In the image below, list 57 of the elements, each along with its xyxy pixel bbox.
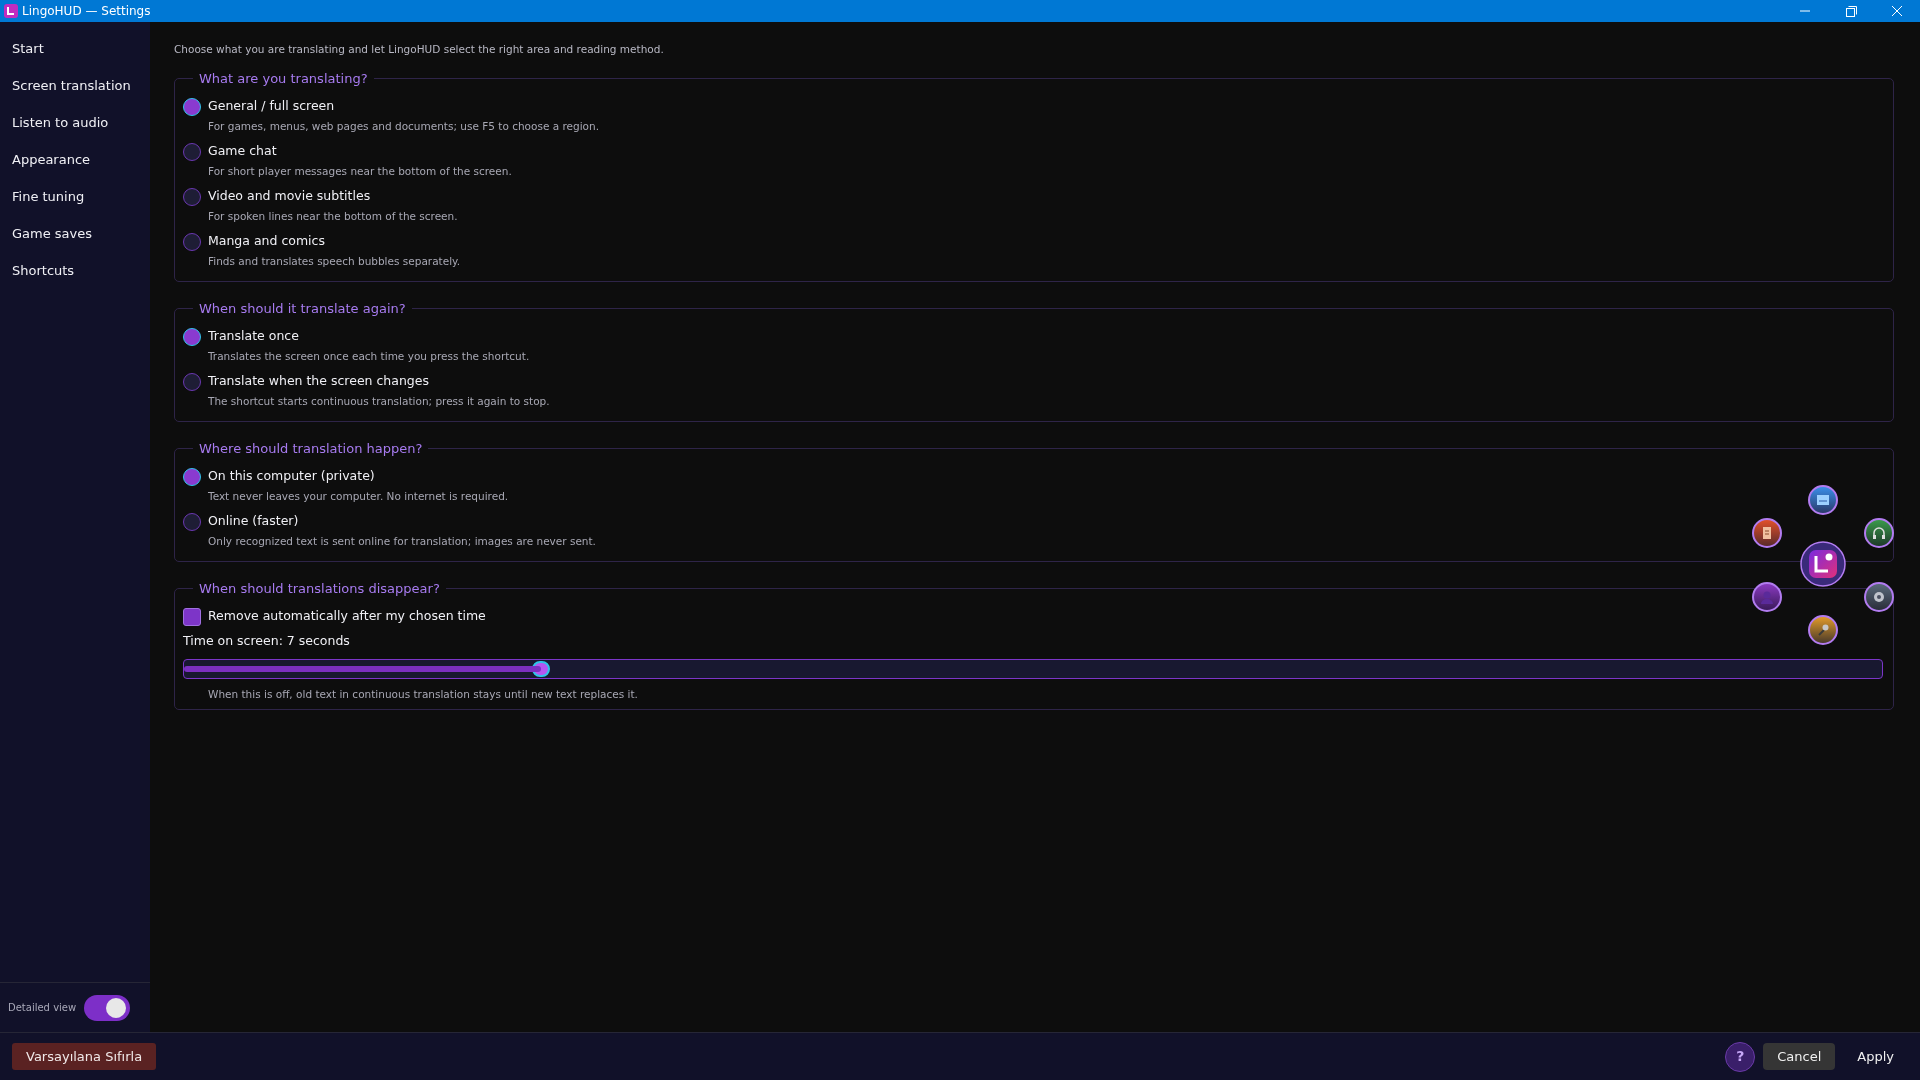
option-description: The shortcut starts continuous translation; press it again to stop. [208,393,550,409]
clipboard-button[interactable] [1752,518,1782,548]
slider-note: When this is off, old text in continuous translation stays until new text replaces it. [208,686,638,702]
radio-button[interactable] [183,512,201,531]
help-button[interactable]: ? [1725,1041,1756,1072]
option-description: For games, menus, web pages and documents; use F5 to choose a region. [208,118,600,134]
sidebar-item[interactable]: Shortcuts [0,252,150,289]
sidebar-item[interactable]: Fine tuning [0,178,150,215]
radio-button[interactable] [183,372,201,391]
headphones-button[interactable] [1864,518,1894,548]
group-title: When should translations disappear? [198,581,441,595]
sidebar-item[interactable]: Start [0,30,150,67]
option-label[interactable]: Translate when the screen changes [208,372,429,392]
option-description: Translates the screen once each time you press the shortcut. [208,348,530,364]
radio-button[interactable] [183,467,201,486]
person-button[interactable] [1752,582,1782,612]
radio-button[interactable] [183,142,201,161]
toggle-label: Detailed view [8,1001,77,1015]
option-description: For spoken lines near the bottom of the screen. [208,208,458,224]
intro-text: Choose what you are translating and let LingoHUD select the right area and reading method. [174,42,665,57]
detailed-view-toggle[interactable] [84,994,131,1021]
group-title: Where should translation happen? [198,441,424,455]
option-description: Finds and translates speech bubbles separately. [208,253,461,269]
checkbox[interactable] [183,607,201,626]
option-label[interactable]: Game chat [208,142,277,162]
group-title: When should it translate again? [198,301,407,315]
text-button[interactable] [1808,485,1838,515]
option-label[interactable]: On this computer (private) [208,467,375,487]
app-logo-icon [4,4,18,18]
option-label[interactable]: Manga and comics [208,232,325,252]
group-title: What are you translating? [198,71,369,85]
sidebar-item[interactable]: Game saves [0,215,150,252]
reset-button[interactable]: Varsayılana Sıfırla [12,1042,157,1071]
window-title: LingoHUD — Settings [22,3,151,20]
microphone-button[interactable] [1808,615,1838,645]
app-logo-icon[interactable] [1800,541,1846,587]
time-label: Time on screen: 7 seconds [183,631,350,650]
option-description: Text never leaves your computer. No internet is required. [208,488,509,504]
option-label[interactable]: Video and movie subtitles [208,187,371,207]
radio-button[interactable] [183,187,201,206]
sidebar-item[interactable]: Screen translation [0,67,150,104]
radio-button[interactable] [183,327,201,346]
radio-button[interactable] [183,232,201,251]
sidebar-item[interactable]: Appearance [0,141,150,178]
slider-track[interactable] [183,658,1883,679]
checkbox-label[interactable]: Remove automatically after my chosen time [208,607,486,627]
apply-button[interactable]: Apply [1843,1042,1908,1071]
headphones-icon [1870,524,1888,542]
sidebar-item[interactable]: Listen to audio [0,104,150,141]
option-description: Only recognized text is sent online for translation; images are never sent. [208,533,596,549]
option-label[interactable]: Online (faster) [208,512,299,532]
option-description: For short player messages near the bottom of the screen. [208,163,512,179]
option-label[interactable]: Translate once [208,327,299,347]
settings-button[interactable] [1864,582,1894,612]
option-label[interactable]: General / full screen [208,97,335,117]
radio-button[interactable] [183,97,201,116]
cancel-button[interactable]: Cancel [1763,1042,1836,1071]
